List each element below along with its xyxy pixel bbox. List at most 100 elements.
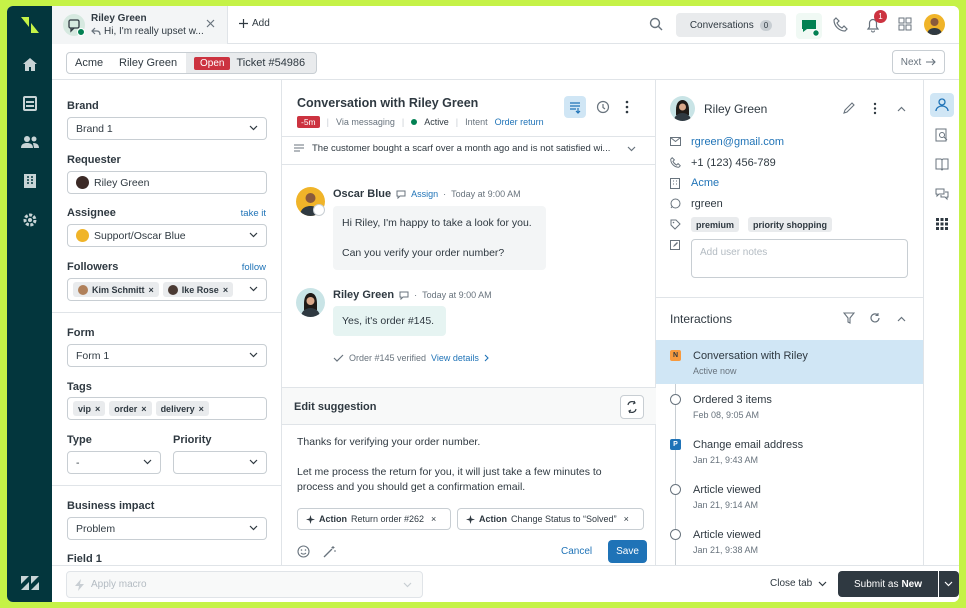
pending-status-badge: P: [670, 439, 681, 450]
email-icon: [670, 137, 681, 146]
close-tab-icon[interactable]: [206, 19, 215, 28]
views-icon[interactable]: [7, 88, 52, 118]
tag-chip: order ×: [109, 401, 152, 416]
remove-icon[interactable]: ×: [149, 285, 154, 295]
apps-grid-icon[interactable]: [936, 218, 948, 230]
customer-tag: premium: [691, 217, 740, 232]
customers-icon[interactable]: [7, 127, 52, 157]
knowledge-search-icon[interactable]: [935, 128, 949, 142]
user-notes-input[interactable]: Add user notes: [691, 239, 908, 278]
refresh-icon[interactable]: [869, 312, 881, 324]
add-tab-button[interactable]: Add: [239, 18, 270, 29]
brand-select[interactable]: Brand 1: [67, 117, 267, 140]
remove-icon[interactable]: ×: [624, 514, 629, 524]
remove-icon[interactable]: ×: [141, 404, 146, 414]
new-status-badge: N: [670, 350, 681, 361]
breadcrumb-ticket[interactable]: Open Ticket #54986: [186, 52, 317, 74]
apply-macro-select[interactable]: Apply macro: [66, 571, 423, 598]
followers-label: Followers: [67, 261, 119, 273]
ai-rewrite-icon[interactable]: [620, 395, 644, 419]
settings-gear-icon[interactable]: [7, 205, 52, 235]
more-options-icon[interactable]: [625, 100, 629, 114]
requester-field[interactable]: Riley Green: [67, 171, 267, 194]
tags-field[interactable]: vip × order × delivery ×: [67, 397, 267, 420]
submit-button[interactable]: Submit as New: [838, 571, 938, 597]
followers-field[interactable]: Kim Schmitt × Ike Rose ×: [67, 278, 267, 301]
draft-text[interactable]: Thanks for verifying your order number.: [297, 436, 480, 448]
edit-pencil-icon[interactable]: [843, 102, 855, 114]
magic-wand-icon[interactable]: [323, 545, 336, 558]
interaction-title: Article viewed: [693, 529, 761, 541]
home-icon[interactable]: [7, 49, 52, 79]
assignee-select[interactable]: Support/Oscar Blue: [67, 224, 267, 247]
timeline-dot-icon: [670, 394, 681, 405]
draft-text[interactable]: Let me process the return for you, it wi…: [297, 466, 602, 478]
zendesk-z-icon[interactable]: [7, 568, 52, 598]
emoji-icon[interactable]: [297, 545, 310, 558]
chevron-up-icon[interactable]: [897, 106, 906, 112]
zendesk-logo-icon[interactable]: [7, 10, 52, 40]
type-select[interactable]: -: [67, 451, 161, 474]
history-icon[interactable]: [596, 100, 610, 114]
related-conversations-icon[interactable]: [935, 188, 949, 201]
interaction-item-active[interactable]: N Conversation with Riley Active now: [656, 340, 923, 384]
action-chip[interactable]: Action Change Status to “Solved” ×: [457, 508, 644, 530]
interaction-item[interactable]: Article viewed Jan 21, 9:38 AM: [656, 520, 923, 564]
summary-icon: [294, 143, 304, 153]
summary-toggle-icon[interactable]: [564, 96, 586, 118]
submit-options-button[interactable]: [939, 571, 959, 597]
assign-link[interactable]: Assign: [411, 189, 438, 199]
chevron-down-icon[interactable]: [627, 146, 636, 152]
apps-grid-icon[interactable]: [898, 17, 912, 31]
remove-icon[interactable]: ×: [95, 404, 100, 414]
remove-icon[interactable]: ×: [223, 285, 228, 295]
next-button[interactable]: Next: [892, 50, 945, 74]
cancel-button[interactable]: Cancel: [561, 546, 592, 557]
more-options-icon[interactable]: [873, 102, 877, 115]
phone-icon[interactable]: [833, 17, 848, 32]
remove-icon[interactable]: ×: [199, 404, 204, 414]
filter-icon[interactable]: [843, 312, 855, 324]
knowledge-book-icon[interactable]: [935, 158, 949, 171]
comment-icon: [399, 291, 409, 300]
conversation-title: Conversation with Riley Green: [297, 96, 479, 110]
interaction-item[interactable]: Article viewed Jan 21, 9:14 AM: [656, 475, 923, 519]
organizations-icon[interactable]: [7, 166, 52, 196]
save-button[interactable]: Save: [608, 540, 647, 563]
chevron-down-icon: [403, 582, 412, 588]
channel-label: Via messaging: [335, 117, 395, 127]
view-details-link[interactable]: View details: [431, 353, 479, 363]
conversations-button[interactable]: Conversations 0: [676, 13, 786, 37]
agent-avatar[interactable]: [924, 14, 945, 35]
message-bubble: Yes, it's order #145.: [333, 306, 446, 336]
search-icon[interactable]: [649, 17, 663, 31]
breadcrumb-requester[interactable]: Riley Green: [111, 52, 187, 74]
tag-icon: [670, 219, 681, 230]
interaction-item[interactable]: P Change email address Jan 21, 9:43 AM: [656, 430, 923, 474]
action-chip[interactable]: Action Return order #262 ×: [297, 508, 451, 530]
intent-value[interactable]: Order return: [495, 117, 544, 127]
follow-link[interactable]: follow: [242, 262, 266, 273]
customer-email[interactable]: rgreen@gmail.com: [691, 136, 784, 148]
ticket-tab[interactable]: Riley Green Hi, I'm really upset w...: [52, 6, 228, 44]
interaction-title: Conversation with Riley: [693, 350, 808, 362]
ai-agent-icon: [313, 204, 325, 216]
divider: [52, 312, 281, 313]
remove-icon[interactable]: ×: [431, 514, 436, 524]
message-author: Oscar Blue: [333, 188, 392, 200]
interaction-time: Feb 08, 9:05 AM: [693, 410, 760, 420]
business-impact-select[interactable]: Problem: [67, 517, 267, 540]
chevron-up-icon[interactable]: [897, 316, 906, 322]
draft-text[interactable]: process and you should get a confirmatio…: [297, 481, 525, 493]
tab-user-name: Riley Green: [91, 13, 147, 24]
form-label: Form: [67, 327, 95, 339]
take-it-link[interactable]: take it: [241, 208, 266, 219]
interaction-item[interactable]: Ordered 3 items Feb 08, 9:05 AM: [656, 385, 923, 429]
customer-context-icon[interactable]: [930, 93, 954, 117]
chat-status-icon[interactable]: [796, 13, 822, 39]
breadcrumb-organization[interactable]: Acme: [66, 52, 112, 74]
priority-select[interactable]: [173, 451, 267, 474]
customer-organization[interactable]: Acme: [691, 177, 719, 189]
close-tab-select[interactable]: Close tab: [770, 578, 827, 589]
form-select[interactable]: Form 1: [67, 344, 267, 367]
